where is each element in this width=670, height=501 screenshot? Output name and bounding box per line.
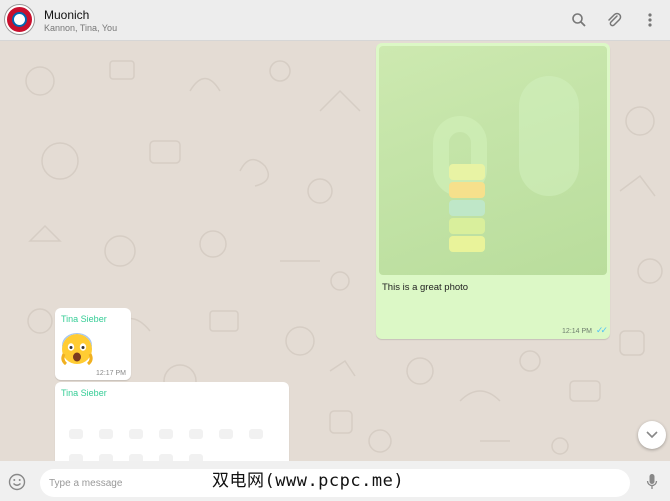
chat-header: Muonich Kannon, Tina, You [0, 0, 670, 41]
scroll-to-bottom-button[interactable] [638, 421, 666, 449]
message-timestamp: 12:14 PM [562, 328, 592, 335]
screaming-face-emoji-icon [61, 333, 93, 366]
chat-participants: Kannon, Tina, You [44, 23, 118, 33]
message-list[interactable]: This is a great photo 12:14 PM ✓✓ Tina S… [0, 41, 670, 461]
shared-photo[interactable] [379, 46, 607, 275]
menu-button[interactable] [640, 10, 660, 30]
paperclip-icon [608, 12, 622, 27]
search-button[interactable] [569, 10, 589, 30]
search-icon [572, 13, 586, 27]
site-watermark: 双电网(www.pcpc.me) [212, 471, 405, 491]
attach-button[interactable] [604, 10, 624, 30]
chevron-down-icon [646, 431, 658, 439]
incoming-message-partial[interactable]: Tina Sieber [55, 382, 289, 461]
sender-name: Tina Sieber [61, 388, 107, 398]
chat-title[interactable]: Muonich [44, 8, 89, 22]
more-vert-icon [648, 13, 652, 27]
incoming-emoji-message[interactable]: Tina Sieber 12:17 PM [55, 308, 131, 380]
microphone-icon [646, 474, 658, 489]
group-avatar[interactable] [5, 5, 34, 34]
outgoing-photo-message[interactable]: This is a great photo 12:14 PM ✓✓ [376, 43, 610, 339]
sender-name: Tina Sieber [61, 314, 107, 324]
fc-bayern-logo-icon [12, 12, 27, 27]
emoji-button[interactable] [6, 471, 28, 493]
double-check-icon: ✓✓ [595, 325, 608, 335]
photo-caption: This is a great photo [382, 282, 469, 293]
message-timestamp: 12:17 PM [96, 370, 126, 377]
voice-record-button[interactable] [642, 471, 662, 493]
smiley-icon [8, 473, 26, 491]
